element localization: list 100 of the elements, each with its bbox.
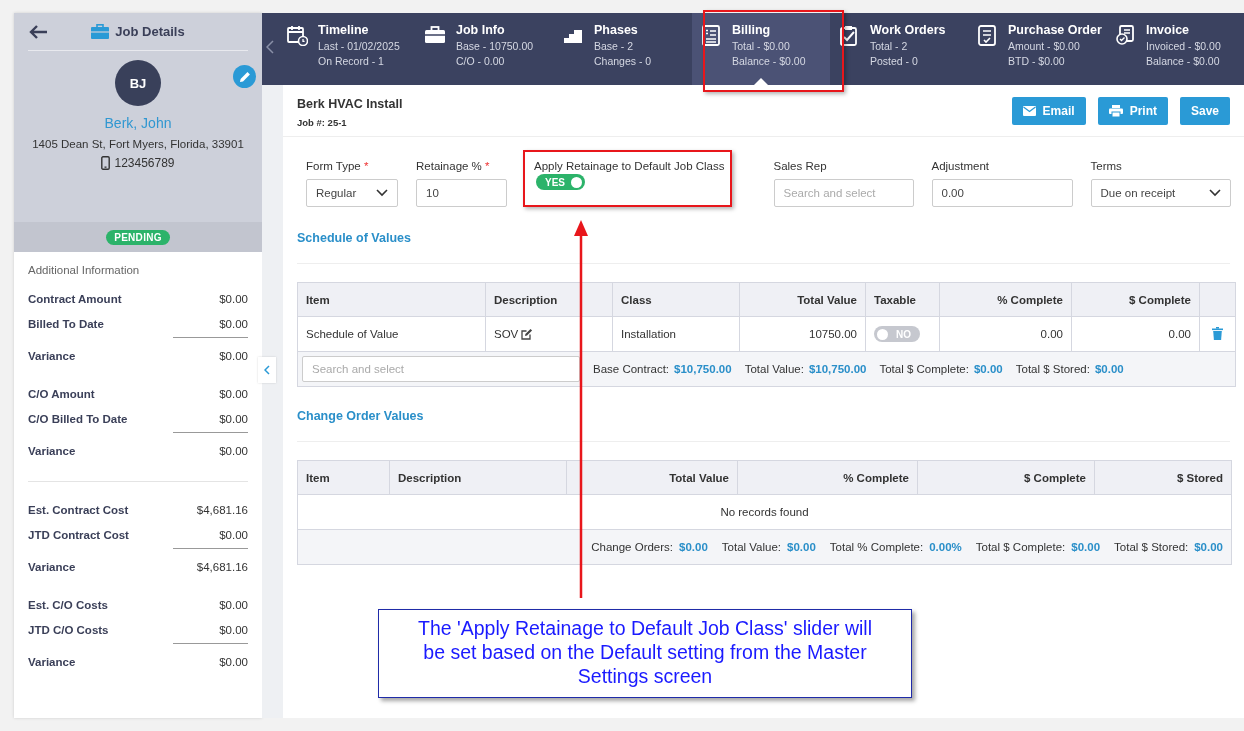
- nav-tab[interactable]: Phases Base - 2 Changes - 0: [554, 13, 692, 85]
- info-label: C/O Amount: [28, 388, 95, 400]
- info-label: Est. C/O Costs: [28, 599, 108, 611]
- nav-tab[interactable]: Timeline Last - 01/02/2025 On Record - 1: [278, 13, 416, 85]
- info-value: $0.00: [219, 656, 248, 668]
- field-label: Terms: [1090, 160, 1122, 172]
- column-header: Class: [621, 293, 652, 306]
- printer-icon: [1108, 105, 1123, 117]
- collapse-button[interactable]: [258, 357, 276, 383]
- total-label: Total $ Stored:: [1114, 541, 1189, 553]
- total-value: $0.00: [1071, 541, 1101, 553]
- section-title: Change Order Values: [297, 387, 1230, 442]
- info-value: $0.00: [219, 529, 248, 541]
- total-label: Total $ Stored:: [1015, 363, 1090, 375]
- nav-tab[interactable]: Purchase Order Amount - $0.00 BTD - $0.00: [968, 13, 1106, 85]
- info-label: Variance: [28, 350, 76, 362]
- info-label: Contract Amount: [28, 293, 122, 305]
- nav-tab[interactable]: Invoice Invoiced - $0.00 Balance - $0.00: [1106, 13, 1244, 85]
- total-label: Change Orders:: [591, 541, 674, 553]
- input-field[interactable]: 0.00: [931, 179, 1073, 207]
- customer-address: 1405 Dean St, Fort Myers, Florida, 33901: [32, 138, 244, 150]
- info-value: $0.00: [219, 624, 248, 636]
- column-header: Total Value: [797, 293, 857, 306]
- info-value: $4,681.16: [196, 504, 248, 516]
- info-label: Billed To Date: [28, 318, 104, 330]
- total-value: $0.00: [973, 363, 1003, 375]
- chevron-down-icon: [376, 189, 388, 197]
- total-label: Total $ Complete:: [975, 541, 1066, 553]
- column-header: Description: [494, 293, 558, 306]
- info-label: Est. Contract Cost: [28, 504, 129, 516]
- dropdown[interactable]: Due on receipt: [1090, 179, 1231, 207]
- column-header: Total Value: [669, 471, 729, 484]
- column-header: Item: [306, 471, 330, 484]
- table-cell: Installation: [621, 328, 676, 340]
- annotation-callout: The 'Apply Retainage to Default Job Class' slider will be set based on the Default setting from the Master Settings screen: [378, 609, 912, 698]
- column-header: Taxable: [874, 293, 916, 306]
- total-value: $0.00: [787, 541, 816, 553]
- info-label: Variance: [28, 656, 76, 668]
- table-cell: 0.00: [1040, 328, 1063, 340]
- required-marker: *: [363, 160, 369, 172]
- back-arrow-icon[interactable]: [28, 24, 48, 40]
- field-label: Form Type: [306, 160, 361, 172]
- panel-title: Job Details: [115, 24, 185, 39]
- total-label: Total % Complete:: [829, 541, 924, 553]
- total-label: Base Contract:: [593, 363, 670, 375]
- field-label: Apply Retainage to Default Job Class: [534, 160, 725, 172]
- trash-icon[interactable]: [1212, 326, 1223, 340]
- info-value: $0.00: [219, 599, 248, 611]
- mail-icon: [1022, 106, 1036, 116]
- info-label: Variance: [28, 445, 76, 457]
- table-cell: Schedule of Value: [306, 328, 399, 340]
- info-label: C/O Billed To Date: [28, 413, 128, 425]
- table-cell: 10750.00: [809, 328, 857, 340]
- column-header: % Complete: [843, 471, 909, 484]
- info-value: $0.00: [219, 413, 248, 425]
- avatar: BJ: [115, 60, 161, 106]
- status-badge: PENDING: [106, 229, 170, 245]
- total-value: $10,750.00: [674, 363, 732, 375]
- phone-number: 123456789: [114, 156, 175, 170]
- total-label: Total Value:: [744, 363, 804, 375]
- column-header: Description: [398, 471, 462, 484]
- info-value: $0.00: [219, 318, 248, 330]
- input-field[interactable]: 10: [416, 179, 507, 207]
- info-value: $0.00: [219, 388, 248, 400]
- chevron-left-icon: [264, 364, 270, 375]
- edit-icon[interactable]: [521, 328, 534, 340]
- required-marker: *: [485, 160, 490, 172]
- column-header: $ Complete: [1129, 293, 1191, 306]
- field-label: Adjustment: [931, 160, 990, 172]
- total-value: $0.00: [1194, 541, 1223, 553]
- field-label: Retainage %: [416, 160, 482, 172]
- phone-icon: [101, 156, 111, 170]
- column-header: $ Stored: [1177, 471, 1223, 484]
- total-label: Total Value:: [721, 541, 782, 553]
- empty-message: No records found: [720, 506, 809, 518]
- info-label: JTD C/O Costs: [28, 624, 109, 636]
- column-header: Item: [306, 293, 330, 306]
- invoice-icon: [1114, 24, 1136, 46]
- info-value: $0.00: [219, 293, 248, 305]
- chevron-down-icon: [1208, 189, 1221, 197]
- table-cell: SOV: [494, 328, 519, 340]
- total-value: 0.00%: [929, 541, 962, 553]
- clipboard-check-icon: [838, 24, 860, 46]
- total-label: Total $ Complete:: [879, 363, 969, 375]
- nav-tab[interactable]: Billing Total - $0.00 Balance - $0.00: [692, 13, 830, 85]
- job-title: Berk HVAC Install: [297, 97, 403, 111]
- info-label: Variance: [28, 561, 76, 573]
- dropdown[interactable]: Regular: [306, 179, 398, 207]
- total-value: $0.00: [679, 541, 708, 553]
- info-value: $4,681.16: [196, 561, 248, 573]
- job-number: Job #: 25-1: [297, 117, 348, 128]
- total-value: $10,750.00: [808, 363, 867, 375]
- briefcase-icon: [424, 24, 446, 46]
- column-header: % Complete: [997, 293, 1063, 306]
- calendar-icon: [286, 24, 308, 46]
- nav-tab[interactable]: Work Orders Total - 2 Posted - 0: [830, 13, 968, 85]
- info-value: $0.00: [219, 445, 248, 457]
- nav-tab[interactable]: Job Info Base - 10750.00 C/O - 0.00: [416, 13, 554, 85]
- receipt-icon: [976, 24, 998, 46]
- field-label: Sales Rep: [773, 160, 827, 172]
